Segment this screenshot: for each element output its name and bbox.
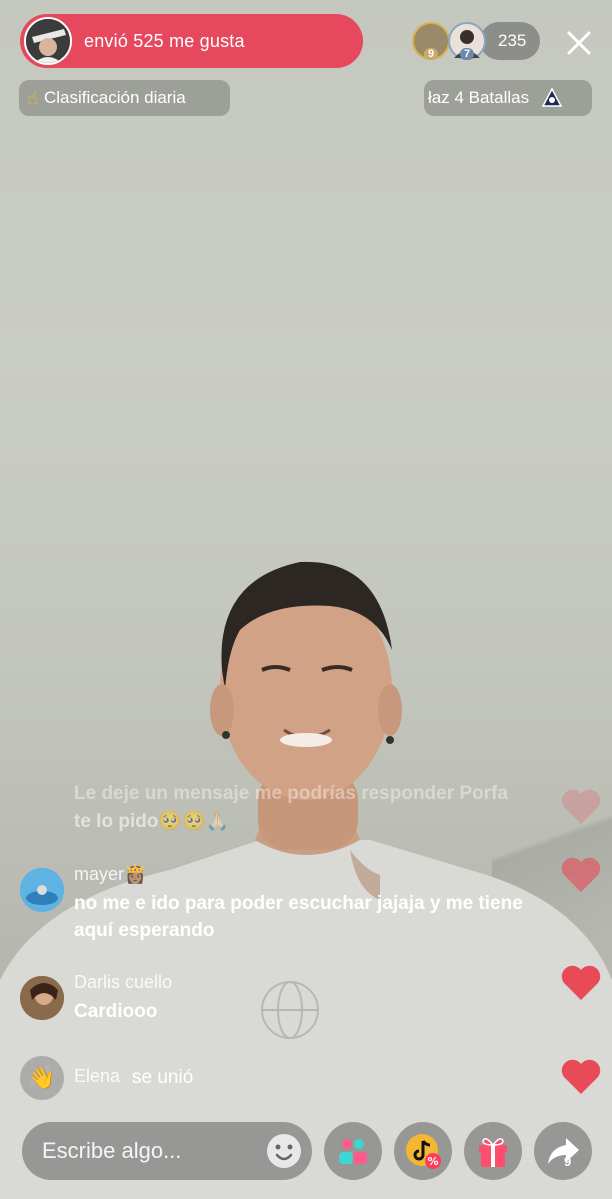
viewer-count-value: 235 xyxy=(498,31,527,50)
share-icon xyxy=(548,1138,579,1164)
viewer-avatar-1[interactable]: 9 xyxy=(412,22,450,60)
comment-box[interactable] xyxy=(22,1122,312,1180)
promote-icon: % xyxy=(406,1134,441,1169)
heart-icon xyxy=(561,965,601,1000)
daily-ranking-label: Clasificación diaria xyxy=(43,88,186,107)
gift-button[interactable] xyxy=(464,1122,522,1180)
share-button[interactable]: 9 xyxy=(534,1122,592,1180)
chat-message-text: Cardiooo xyxy=(74,1001,158,1022)
gift-icon xyxy=(479,1138,507,1167)
heart-icon xyxy=(561,789,601,824)
daily-ranking-button[interactable]: ☝ Clasificación diaria xyxy=(19,80,230,116)
liker-avatar[interactable] xyxy=(24,17,72,65)
user-avatar[interactable] xyxy=(20,976,64,1020)
svg-text:%: % xyxy=(427,1155,438,1168)
battles-button[interactable]: łaz 4 Batallas xyxy=(424,80,592,116)
battles-label: łaz 4 Batallas xyxy=(428,88,530,107)
close-button[interactable] xyxy=(562,26,596,60)
like-notification[interactable]: envió 525 me gusta xyxy=(20,14,363,68)
share-count: 9 xyxy=(564,1154,572,1169)
joined-username[interactable]: Elena xyxy=(74,1066,120,1087)
join-text: se unió xyxy=(132,1067,194,1088)
chat-username[interactable]: Darlis cuello xyxy=(74,972,172,993)
heart-icon xyxy=(561,1059,601,1094)
top-bar: envió 525 me gusta 9 7 235 ☝ Clasificaci… xyxy=(0,0,612,130)
promote-button[interactable]: % xyxy=(394,1122,452,1180)
heart-icon xyxy=(561,857,601,892)
guests-icon xyxy=(339,1139,367,1164)
chat-message-text: te lo pido🥺🥺🙏🏻 xyxy=(74,811,230,832)
hand-pointing-icon: ☝ xyxy=(27,87,38,108)
chat-message-text-top: Le deje un mensaje me podrías responder … xyxy=(74,783,508,804)
battle-icon xyxy=(541,87,563,107)
guests-button[interactable] xyxy=(324,1122,382,1180)
chat-username[interactable]: mayer👸🏽 xyxy=(74,864,146,885)
wave-icon: 👋 xyxy=(20,1056,64,1100)
viewer-count[interactable]: 235 xyxy=(480,22,541,60)
user-avatar[interactable] xyxy=(20,868,64,912)
viewer-avatar-2[interactable]: 7 xyxy=(448,22,486,60)
like-notice-text: envió 525 me gusta xyxy=(84,30,245,51)
chat-message-text: no me e ido para poder escuchar jajaja y… xyxy=(74,893,523,941)
close-icon xyxy=(567,31,591,55)
emoji-icon[interactable] xyxy=(266,1133,302,1169)
top-viewers[interactable]: 9 7 235 xyxy=(412,22,541,60)
comment-input[interactable] xyxy=(40,1137,254,1165)
bottom-bar: % 9 xyxy=(0,1122,612,1182)
